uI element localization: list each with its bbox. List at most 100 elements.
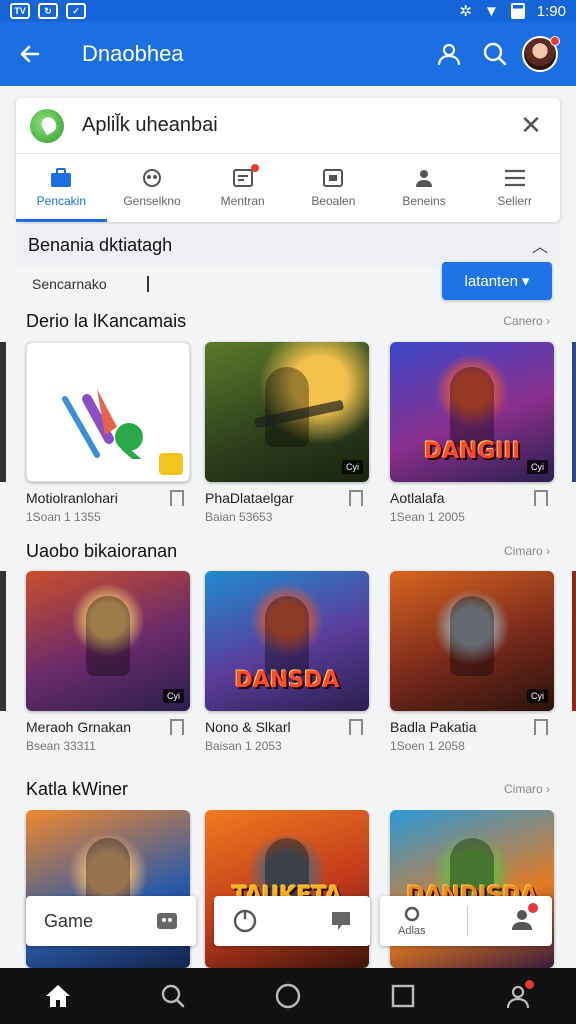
character-art xyxy=(265,596,309,677)
filter-row: Sencarnako latanten ▾ xyxy=(16,262,560,302)
home-icon[interactable] xyxy=(38,976,78,1016)
game-row: Cyi Meraoh Grnakan Bsean 33311 DANSDA No… xyxy=(0,571,576,753)
battery-icon xyxy=(510,3,525,19)
tv-icon: TV xyxy=(10,3,30,19)
account-icon[interactable] xyxy=(510,902,538,936)
refresh-icon: ↻ xyxy=(38,3,58,19)
search-icon[interactable] xyxy=(472,31,518,77)
character-art xyxy=(86,596,130,677)
atlas-item[interactable]: Adlas xyxy=(398,906,426,937)
avatar[interactable] xyxy=(522,36,560,72)
scroll-edge xyxy=(572,342,576,482)
game-card[interactable]: Cyi PhaDlataelgar Baian 53653 xyxy=(205,342,369,524)
see-more-link[interactable]: Cimaro › xyxy=(504,782,550,796)
refresh-tab[interactable] xyxy=(214,896,370,946)
game-name: Aotlalafa xyxy=(390,490,445,506)
text-cursor xyxy=(146,276,149,292)
tab-label: Beoalen xyxy=(311,194,356,208)
bookmark-icon[interactable] xyxy=(349,490,363,506)
circle-icon[interactable] xyxy=(268,976,308,1016)
see-more-link[interactable]: Cimaro › xyxy=(504,544,550,558)
back-arrow-icon[interactable] xyxy=(0,22,60,86)
atlas-tab[interactable]: Adlas xyxy=(380,896,552,946)
tab-label: Beneins xyxy=(402,194,446,208)
game-card[interactable]: Motiolranlohari 1Soan 1 1355 xyxy=(26,342,190,524)
game-tab[interactable]: Game xyxy=(26,896,196,946)
navigation-bar xyxy=(0,968,576,1024)
app-logo-icon xyxy=(62,389,143,459)
tab-selierr[interactable]: Selierr xyxy=(469,154,560,222)
game-meta: 1Soen 1 2058 xyxy=(390,739,465,753)
check-icon: ✓ xyxy=(66,3,86,19)
tab-label: Selierr xyxy=(497,194,533,208)
game-meta: Bsean 33311 xyxy=(26,739,96,753)
section-header: Derio la lKancamais Canero › xyxy=(0,310,576,332)
rating-tag: Cyi xyxy=(527,460,548,474)
bookmark-icon[interactable] xyxy=(534,490,548,506)
game-card[interactable]: Cyi Badla Pakatia 1Soen 1 2058 xyxy=(390,571,554,753)
scroll-edge xyxy=(0,342,6,482)
chevron-up-icon: ︿ xyxy=(531,239,548,256)
bookmark-icon[interactable] xyxy=(170,719,184,735)
game-thumbnail: Cyi xyxy=(205,342,369,482)
sort-dropdown-button[interactable]: latanten ▾ xyxy=(442,262,552,300)
game-logo-text: DANSDA xyxy=(234,668,340,693)
tab-genselkno[interactable]: Genselkno xyxy=(107,154,198,222)
game-card[interactable]: DANSDA Nono & Slkarl Baisan 1 2053 xyxy=(205,571,369,753)
game-card[interactable]: Cyi Meraoh Grnakan Bsean 33311 xyxy=(26,571,190,753)
game-name: Meraoh Grnakan xyxy=(26,719,132,735)
tab-label: Pencakin xyxy=(36,194,87,208)
wifi-icon: ▼ xyxy=(483,2,499,20)
search-input[interactable]: Aplil̆k uheanbai xyxy=(82,114,516,137)
rating-tag: Cyi xyxy=(527,689,548,703)
app-logo-icon xyxy=(30,108,64,143)
menu-icon xyxy=(504,169,525,187)
person-icon xyxy=(416,170,433,187)
game-controller-icon xyxy=(157,913,177,929)
status-bar: TV ↻ ✓ ✲ ▼ 1:90 xyxy=(0,0,576,22)
bookmark-icon[interactable] xyxy=(349,719,363,735)
settings-icon: ✲ xyxy=(459,3,472,20)
account-icon[interactable] xyxy=(498,976,538,1016)
section-title: Katla kWiner xyxy=(26,778,129,799)
category-dropdown[interactable]: Benania dktiatagh ︿ xyxy=(16,224,560,266)
game-name: Nono & Slkarl xyxy=(205,719,291,735)
tab-mentran[interactable]: Mentran xyxy=(197,154,288,222)
section-title: Uaobo bikaioranan xyxy=(26,540,178,561)
rating-tag: Cyi xyxy=(163,689,184,703)
profile-icon[interactable] xyxy=(426,31,472,77)
filter-input[interactable]: Sencarnako xyxy=(32,276,107,292)
close-icon[interactable]: ✕ xyxy=(516,110,546,141)
game-name: PhaDlataelgar xyxy=(205,490,294,506)
search-icon[interactable] xyxy=(153,976,193,1016)
dropdown-title: Benania dktiatagh xyxy=(28,234,173,255)
atlas-label: Adlas xyxy=(398,924,426,937)
badge-dot xyxy=(250,164,259,172)
tab-label: Mentran xyxy=(220,194,265,208)
game-name: Badla Pakatia xyxy=(390,719,477,735)
game-meta: 1Sean 1 2005 xyxy=(390,510,465,524)
tab-beneins[interactable]: Beneins xyxy=(379,154,470,222)
badge-dot xyxy=(528,902,538,913)
notification-dot xyxy=(550,36,560,46)
game-card[interactable]: DANGIII Cyi Aotlalafa 1Sean 1 2005 xyxy=(390,342,554,524)
game-logo-text: DANGIII xyxy=(423,439,521,464)
sort-button-label: latanten xyxy=(464,272,518,290)
category-tabs: Pencakin Genselkno Mentran Beoalen Benei… xyxy=(16,154,560,222)
tab-label: Genselkno xyxy=(123,194,181,208)
divider xyxy=(467,906,469,936)
section-title: Derio la lKancamais xyxy=(26,310,187,331)
scroll-edge xyxy=(572,571,576,711)
receipt-icon xyxy=(232,164,259,188)
tab-pencakin[interactable]: Pencakin xyxy=(16,154,107,222)
bookmark-icon[interactable] xyxy=(534,719,548,735)
clock: 1:90 xyxy=(536,2,566,20)
game-thumbnail: DANGIII Cyi xyxy=(390,342,554,482)
game-name: Motiolranlohari xyxy=(26,490,118,506)
bookmark-icon[interactable] xyxy=(170,490,184,506)
game-thumbnail: Cyi xyxy=(390,571,554,711)
character-art xyxy=(450,367,494,448)
square-icon[interactable] xyxy=(383,976,423,1016)
tab-beoalen[interactable]: Beoalen xyxy=(288,154,379,222)
see-more-link[interactable]: Canero › xyxy=(503,314,550,328)
